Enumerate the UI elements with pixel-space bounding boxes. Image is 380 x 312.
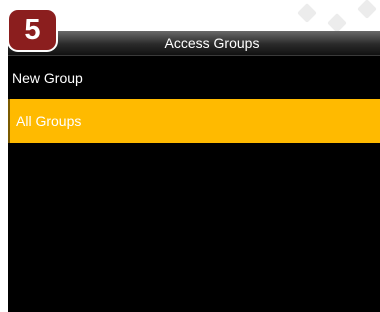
watermark-mark <box>297 3 317 23</box>
page-title: Access Groups <box>164 35 260 51</box>
menu-list: New Group All Groups <box>8 57 380 143</box>
watermark-mark <box>327 13 347 33</box>
step-number-badge: 5 <box>9 10 56 50</box>
watermark-mark <box>357 0 377 19</box>
title-bar: Access Groups <box>8 31 380 56</box>
menu-item-all-groups[interactable]: All Groups <box>8 99 380 143</box>
menu-item-new-group[interactable]: New Group <box>8 57 380 99</box>
